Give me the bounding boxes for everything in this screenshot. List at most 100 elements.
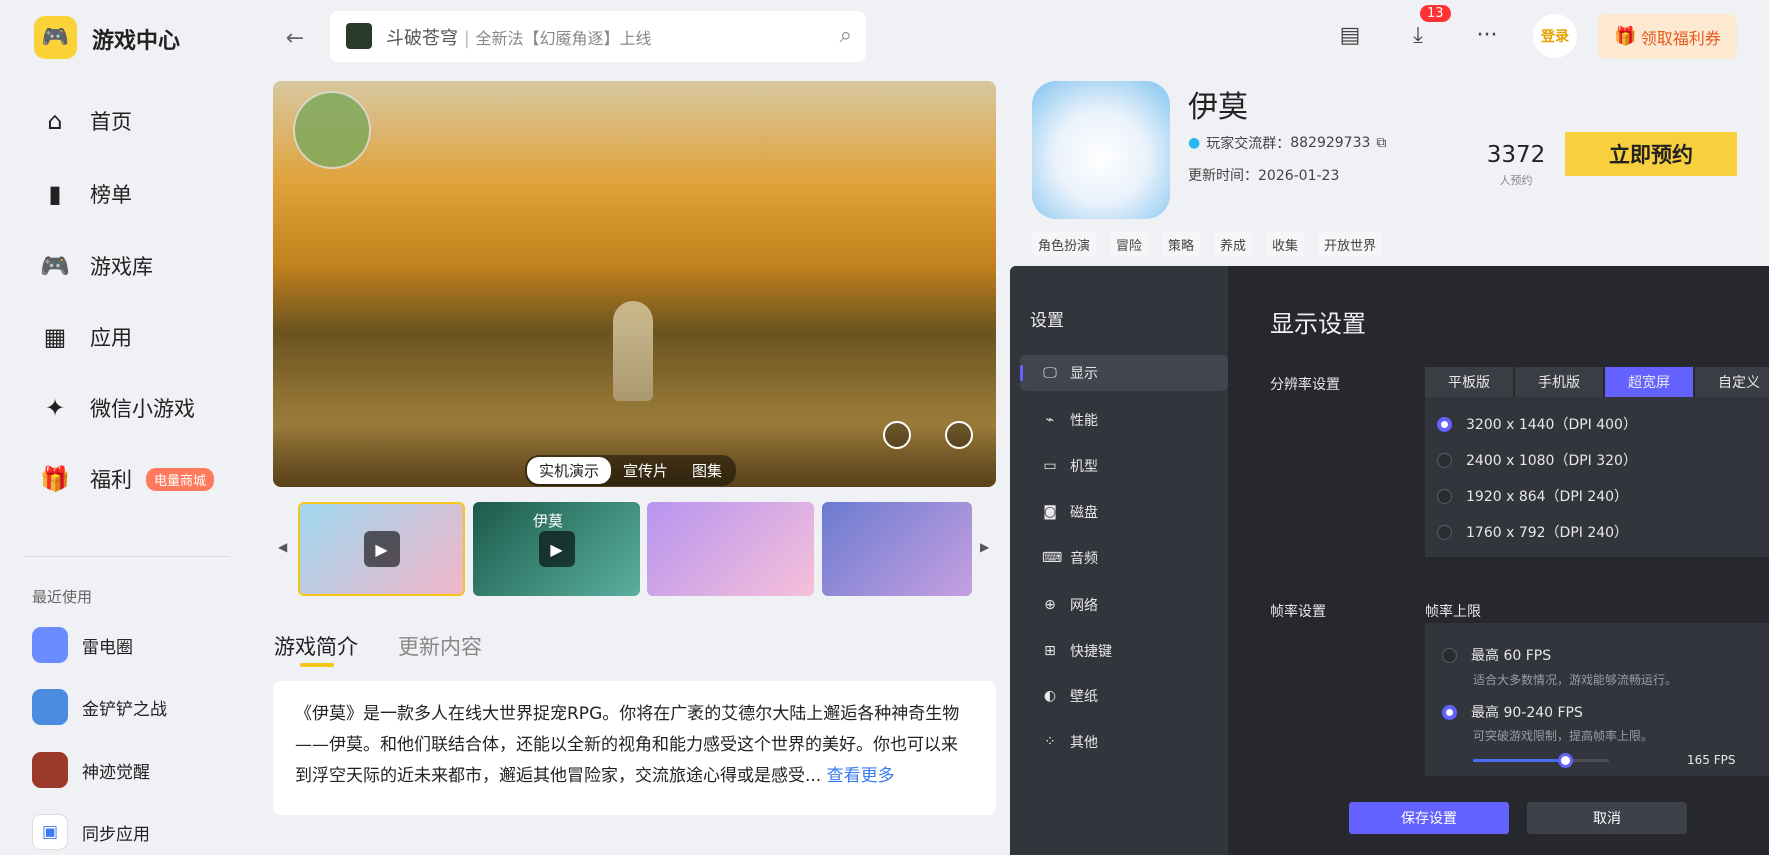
menu-item-audio[interactable]: ⌨ 音频 [1020,540,1228,576]
radio[interactable] [1437,488,1452,504]
menu-item-other[interactable]: ⁘ 其他 [1020,724,1228,760]
radio[interactable] [1437,452,1452,468]
tag[interactable]: 冒险 [1110,231,1149,257]
thumbnail[interactable] [822,502,972,596]
label: 应用 [90,326,132,350]
gift-icon: 🎁 [1614,26,1637,47]
tab-tablet[interactable]: 平板版 [1425,367,1513,397]
menu-item-display[interactable]: 🖵 显示 [1020,355,1228,391]
label: 游戏库 [90,255,153,279]
active-tab-indicator [300,663,334,667]
fps-option[interactable]: 最高 60 FPS [1442,645,1551,665]
more-icon[interactable]: ··· [1472,20,1502,50]
tab-trailer[interactable]: 宣传片 [611,457,680,484]
qq-icon: ● [1188,135,1201,151]
device-icon: ▭ [1043,458,1057,474]
sidebar-item-wechat-minigame[interactable]: ✦ 微信小游戏 [40,390,195,426]
back-arrow-icon[interactable]: ← [280,24,310,52]
resolution-option[interactable]: 1920 x 864（DPI 240） [1437,486,1628,506]
label: 微信小游戏 [90,397,195,421]
fps-slider-handle[interactable] [1558,753,1574,768]
radio[interactable] [1442,647,1457,663]
resolution-option[interactable]: 3200 x 1440（DPI 400） [1437,414,1637,434]
search-input[interactable]: 斗破苍穹 | 全新法【幻魇角逐】上线 ⌕ [330,11,866,62]
thumbnail[interactable] [647,502,814,596]
sidebar-item-home[interactable]: ⌂ 首页 [40,103,132,139]
fps-option[interactable]: 最高 90-240 FPS [1442,702,1583,722]
menu-item-network[interactable]: ⊕ 网络 [1020,587,1228,623]
copy-icon[interactable]: ⧉ [1376,135,1386,151]
label: 2400 x 1080（DPI 320） [1466,453,1637,469]
tab-phone[interactable]: 手机版 [1515,367,1603,397]
globe-icon: ⊕ [1044,597,1056,613]
menu-item-device[interactable]: ▭ 机型 [1020,448,1228,484]
see-more-link[interactable]: 查看更多 [827,766,895,786]
fps-slider[interactable] [1473,753,1609,768]
download-icon[interactable]: ⤓ [1403,20,1433,50]
login-button[interactable]: 登录 [1533,14,1577,58]
save-button[interactable]: 保存设置 [1349,802,1509,834]
tab-custom[interactable]: 自定义 [1695,367,1769,397]
thumb-next-icon[interactable]: ▶ [980,540,989,554]
player-group: ● 玩家交流群： 882929733 ⧉ [1188,133,1386,153]
label: 福利 [90,468,132,492]
fps-option-desc: 可突破游戏限制，提高帧率上限。 [1473,729,1654,743]
reserve-count: 3372 [1486,142,1546,168]
menu-item-shortcuts[interactable]: ⊞ 快捷键 [1020,633,1228,669]
reserve-button[interactable]: 立即预约 [1565,132,1737,176]
label: 1920 x 864（DPI 240） [1466,489,1629,505]
grid-icon: ⁘ [1044,734,1056,750]
tab-intro[interactable]: 游戏简介 [274,631,358,661]
tag[interactable]: 收集 [1266,231,1305,257]
recent-item[interactable]: 金铲铲之战 [32,689,167,725]
audio-icon: ⌨ [1042,550,1063,566]
menu-item-disk[interactable]: ◙ 磁盘 [1020,494,1228,530]
tag[interactable]: 角色扮演 [1032,231,1097,257]
recent-item[interactable]: ▣ 同步应用 [32,814,150,850]
play-icon: ▶ [363,531,400,567]
tag[interactable]: 开放世界 [1318,231,1383,257]
video-player[interactable] [273,81,996,487]
sync-app-icon: ▣ [32,814,68,850]
sidebar-item-apps[interactable]: ▦ 应用 [40,319,132,355]
description-card: 《伊莫》是一款多人在线大世界捉宠RPG。你将在广袤的艾德尔大陆上邂逅各种神奇生物… [273,681,996,815]
tab-gameplay[interactable]: 实机演示 [527,457,612,484]
tag[interactable]: 策略 [1162,231,1201,257]
label: 同步应用 [82,824,150,845]
tag[interactable]: 养成 [1214,231,1253,257]
thumb-prev-icon[interactable]: ◀ [278,540,287,554]
recent-item[interactable]: 雷电圈 [32,627,133,663]
fps-value: 165 FPS [1687,753,1736,767]
sidebar-item-welfare[interactable]: 🎁 福利 电量商城 [40,461,215,497]
sidebar-item-library[interactable]: 🎮 游戏库 [40,248,153,284]
cancel-button[interactable]: 取消 [1527,802,1687,834]
label: 1760 x 792（DPI 240） [1466,525,1629,541]
radio[interactable] [1437,524,1452,540]
tab-ultrawide[interactable]: 超宽屏 [1605,367,1693,397]
welfare-coupon-button[interactable]: 🎁 领取福利券 [1598,14,1737,59]
thumbnail[interactable]: 伊莫 ▶ [473,502,640,596]
recent-item[interactable]: 神迹觉醒 [32,752,150,788]
calendar-icon[interactable]: ▤ [1335,20,1365,50]
search-icon[interactable]: ⌕ [840,23,852,48]
skill-icon [945,421,973,449]
resolution-option[interactable]: 1760 x 792（DPI 240） [1437,522,1628,542]
active-indicator [1020,365,1023,381]
disk-icon: ◙ [1043,504,1057,520]
label: 磁盘 [1070,505,1098,521]
resolution-option[interactable]: 2400 x 1080（DPI 320） [1437,450,1637,470]
fps-option-desc: 适合大多数情况，游戏能够流畅运行。 [1473,673,1678,687]
menu-item-performance[interactable]: ⌁ 性能 [1020,402,1228,438]
radio-selected[interactable] [1437,416,1452,432]
monitor-icon: 🖵 [1043,365,1057,381]
thumbnail[interactable]: ▶ [298,502,465,596]
radio-selected[interactable] [1442,704,1457,720]
tab-updates[interactable]: 更新内容 [398,631,482,661]
fps-slider-fill [1473,759,1566,762]
settings-title: 设置 [1030,311,1064,331]
tab-gallery[interactable]: 图集 [680,457,734,484]
label: 最高 90-240 FPS [1471,705,1583,721]
label: 机型 [1070,459,1098,475]
menu-item-wallpaper[interactable]: ◐ 壁纸 [1020,678,1228,714]
sidebar-item-ranking[interactable]: ▮ 榜单 [40,176,132,212]
